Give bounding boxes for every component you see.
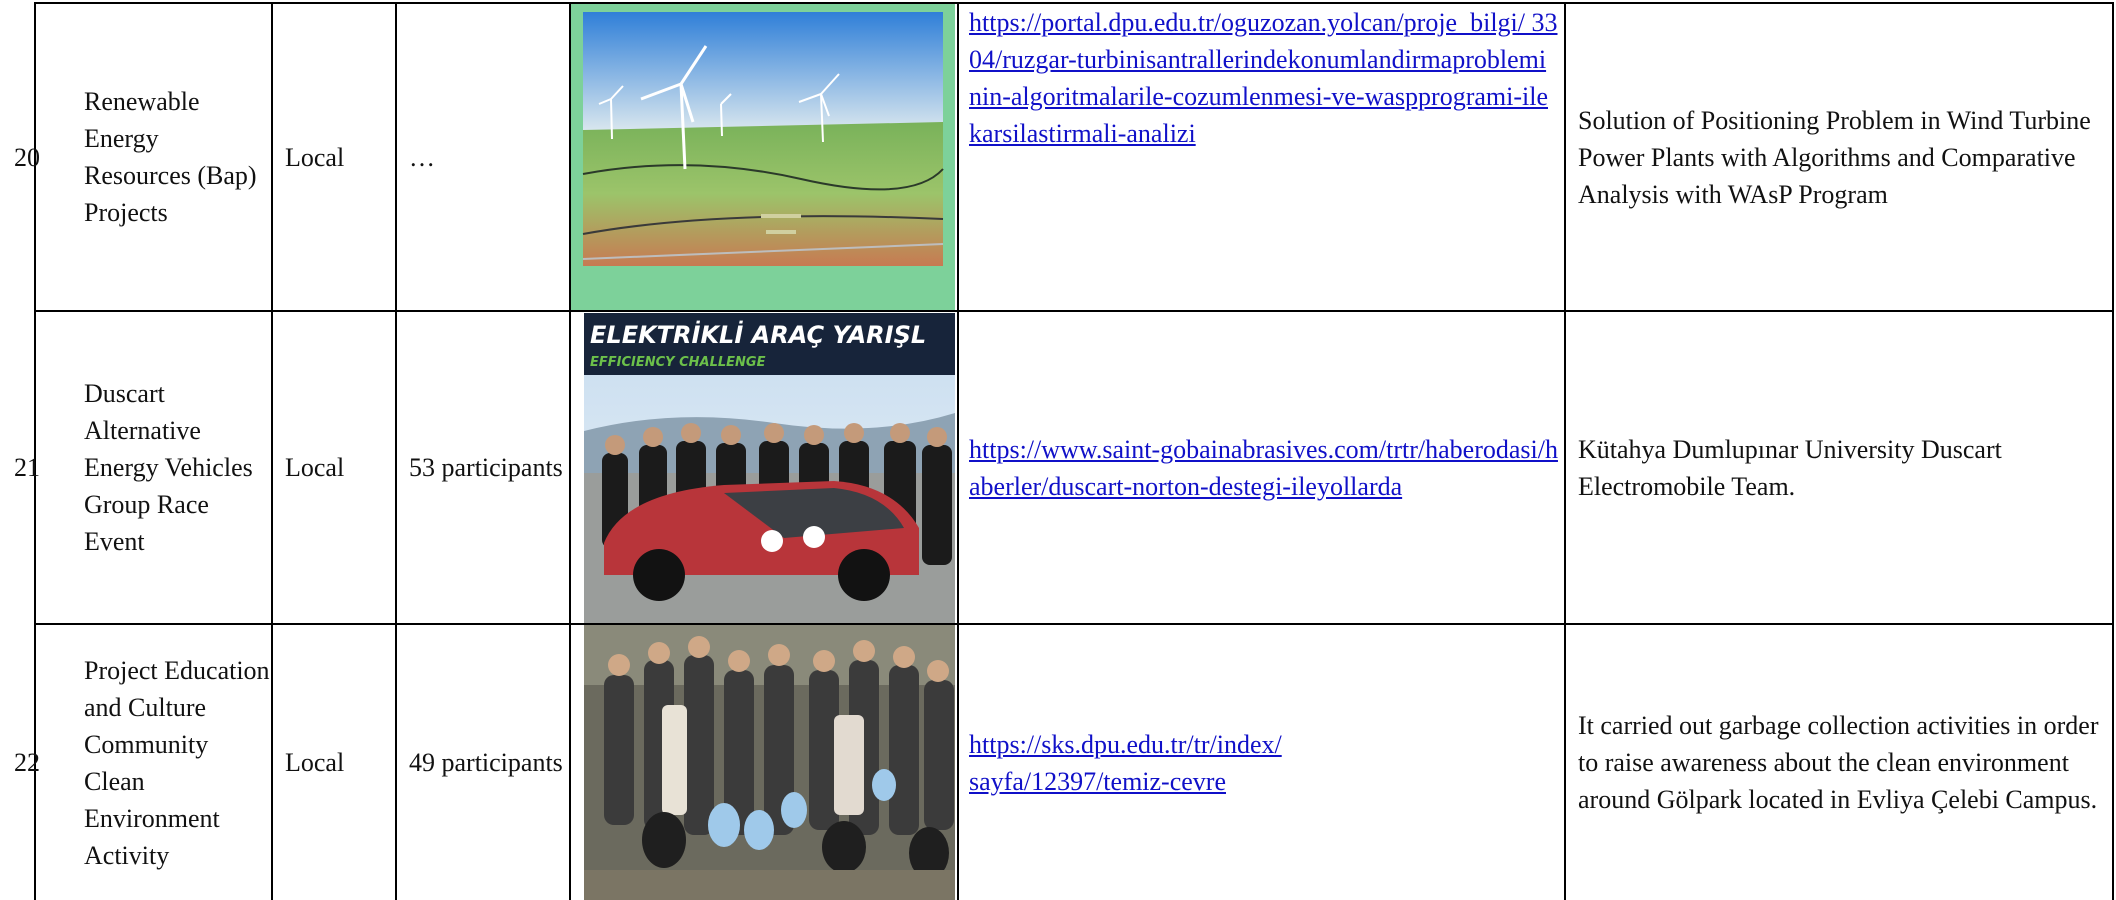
scope: Local <box>285 453 345 482</box>
activity-name: Duscart Alternative Energy Vehicles Grou… <box>84 379 253 556</box>
column-divider <box>2112 3 2114 900</box>
banner-subtitle: EFFICIENCY CHALLENGE <box>590 355 766 370</box>
column-divider <box>271 3 273 900</box>
project-link[interactable]: https://portal.dpu.edu.tr/oguzozan.yolca… <box>969 4 1559 190</box>
row-number: 21 <box>14 453 40 482</box>
participants: 49 participants <box>409 748 563 777</box>
activities-table: 20 Renewable Energy Resources (Bap) Proj… <box>0 0 2116 900</box>
column-divider <box>957 3 959 900</box>
activity-name: Project Education and Culture Community … <box>84 655 270 870</box>
wind-turbine-photo <box>571 4 955 310</box>
row-number: 20 <box>14 142 40 172</box>
participants: 53 participants <box>409 453 563 482</box>
activity-name: Renewable Energy Resources (Bap) Project… <box>84 87 257 227</box>
cleanup-group-photo <box>584 625 955 900</box>
project-link-text[interactable]: https://portal.dpu.edu.tr/oguzozan.yolca… <box>969 4 1559 152</box>
participants: … <box>409 142 435 172</box>
scope: Local <box>285 142 345 172</box>
sks-link-text[interactable]: https://sks.dpu.edu.tr/tr/index/sayfa/12… <box>969 726 1289 800</box>
banner-title: ELEKTRİKLİ ARAÇ YARIŞL <box>590 320 926 349</box>
column-divider <box>1564 3 1566 900</box>
electric-car-team-photo: ELEKTRİKLİ ARAÇ YARIŞL EFFICIENCY CHALLE… <box>584 313 955 623</box>
description: It carried out garbage collection activi… <box>1578 711 2099 814</box>
column-divider <box>395 3 397 900</box>
news-link[interactable]: https://www.saint-gobainabrasives.com/tr… <box>969 312 1561 623</box>
scope: Local <box>285 748 345 777</box>
description: Solution of Positioning Problem in Wind … <box>1578 105 2091 209</box>
sks-link[interactable]: https://sks.dpu.edu.tr/tr/index/sayfa/12… <box>969 625 1289 900</box>
description: Kütahya Dumlupınar University Duscart El… <box>1578 434 2002 501</box>
row-number: 22 <box>14 748 40 777</box>
news-link-text[interactable]: https://www.saint-gobainabrasives.com/tr… <box>969 431 1561 505</box>
